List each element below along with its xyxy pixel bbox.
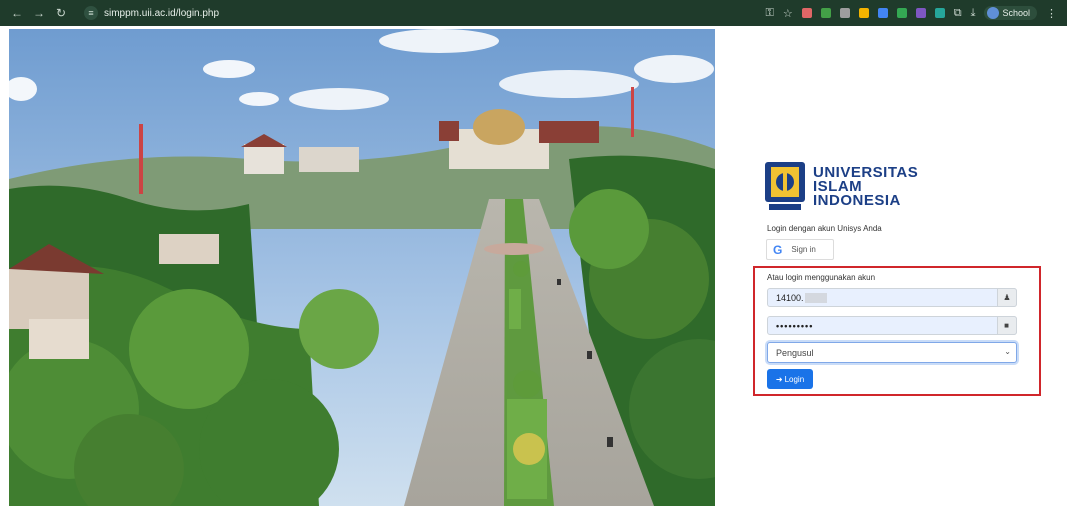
account-login-box: Atau login menggunakan akun 14100. ♟ •••… — [753, 266, 1041, 396]
login-button[interactable]: ➜ Login — [767, 369, 813, 389]
extension-icon-1[interactable] — [801, 8, 812, 18]
extension-icon-3[interactable] — [839, 8, 850, 18]
login-button-label: Login — [784, 374, 805, 384]
google-sign-in-button[interactable]: G Sign in — [766, 239, 834, 260]
google-sign-in-label: Sign in — [791, 245, 816, 254]
username-input[interactable]: 14100. ♟ — [767, 288, 1017, 307]
user-icon: ♟ — [997, 288, 1017, 307]
redacted-text — [804, 292, 827, 303]
brand-line-2: ISLAM — [813, 177, 863, 195]
uii-logo — [765, 162, 805, 211]
extension-icon-5[interactable] — [877, 8, 888, 18]
profile-chip[interactable]: School — [984, 6, 1037, 20]
extension-icon-6[interactable] — [896, 8, 907, 18]
university-brand: UNIVERSITAS ISLAM INDONESIA — [765, 162, 918, 211]
extension-icon-2[interactable] — [820, 8, 831, 18]
login-panel: UNIVERSITAS ISLAM INDONESIA Login dengan… — [715, 26, 1067, 506]
role-selected-value: Pengusul — [776, 347, 814, 358]
avatar — [987, 7, 1000, 19]
campus-hero-image — [9, 29, 715, 506]
profile-label: School — [1002, 8, 1030, 18]
extension-icon-4[interactable] — [858, 8, 869, 18]
username-value: 14100. — [776, 292, 804, 303]
back-icon[interactable]: ← — [8, 4, 26, 22]
university-name: UNIVERSITAS ISLAM INDONESIA — [813, 163, 919, 209]
site-info-icon[interactable]: ≡ — [84, 6, 98, 20]
extension-icon-8[interactable] — [934, 8, 945, 18]
brand-line-1: UNIVERSITAS — [813, 163, 919, 181]
brand-line-3: INDONESIA — [813, 191, 901, 209]
extensions-icon[interactable]: ⧉ — [954, 7, 962, 20]
address-bar[interactable]: ≡ simppm.uii.ac.id/login.php — [78, 4, 718, 22]
url-text[interactable]: simppm.uii.ac.id/login.php — [104, 8, 219, 19]
reload-icon[interactable]: ↻ — [52, 4, 70, 22]
browser-toolbar: ← → ↻ ≡ simppm.uii.ac.id/login.php ⚿ ☆ ⧉… — [0, 0, 1067, 26]
google-icon: G — [773, 242, 783, 257]
alt-login-label: Atau login menggunakan akun — [767, 273, 876, 282]
bookmark-star-icon[interactable]: ☆ — [783, 7, 793, 20]
password-value: ••••••••• — [776, 320, 814, 331]
lock-icon: ■ — [997, 316, 1017, 335]
chevron-down-icon: ⌄ — [1004, 347, 1011, 356]
login-subtitle: Login dengan akun Unisys Anda — [767, 224, 882, 233]
password-key-icon[interactable]: ⚿ — [765, 7, 773, 20]
role-select[interactable]: Pengusul ⌄ — [767, 342, 1017, 363]
password-input[interactable]: ••••••••• ■ — [767, 316, 1017, 335]
menu-icon[interactable]: ⋮ — [1046, 7, 1057, 20]
sign-in-icon: ➜ — [775, 374, 783, 384]
forward-icon[interactable]: → — [30, 4, 48, 22]
extension-icon-7[interactable] — [915, 8, 926, 18]
download-icon[interactable]: ⤓ — [971, 7, 976, 20]
